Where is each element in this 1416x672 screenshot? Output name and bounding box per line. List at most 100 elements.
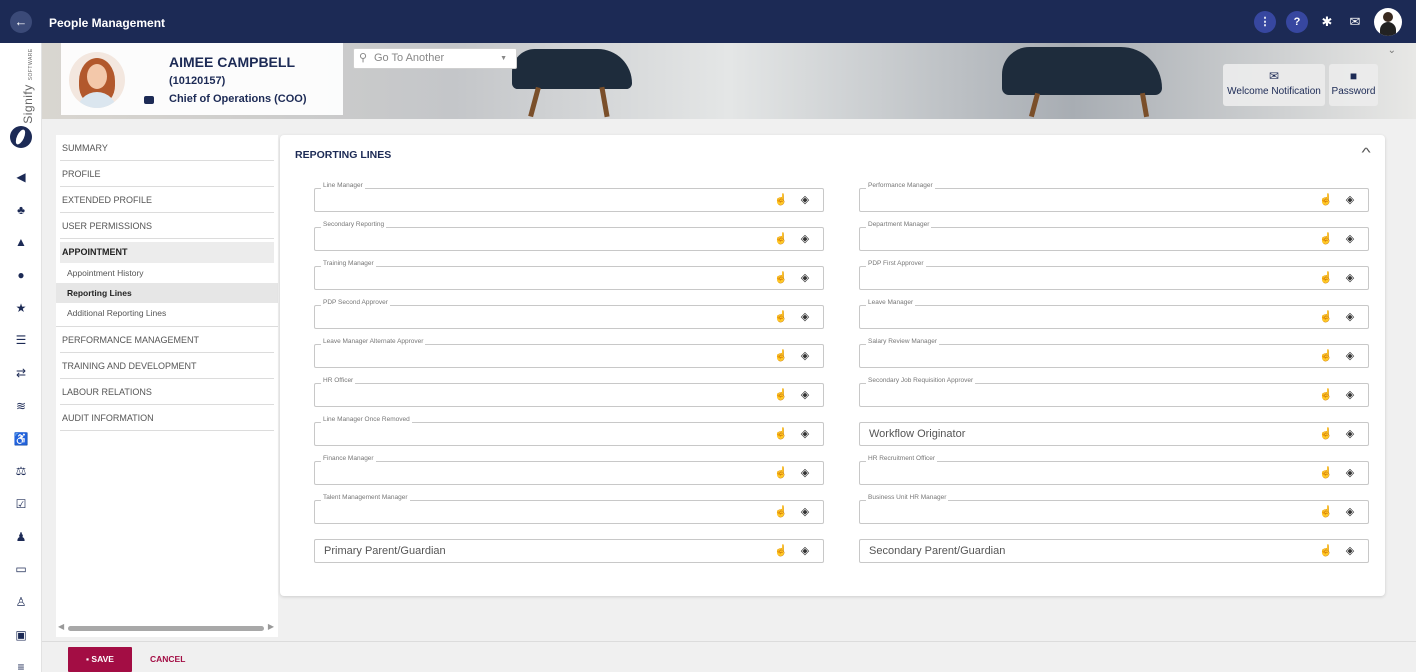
business-unit-hr-manager-field[interactable]: Business Unit HR Manager ☝ ◈ xyxy=(859,494,1369,524)
eraser-icon[interactable]: ◈ xyxy=(1343,505,1357,519)
menu-item-training-and-development[interactable]: TRAINING AND DEVELOPMENT xyxy=(60,353,274,379)
eraser-icon[interactable]: ◈ xyxy=(1343,193,1357,207)
leave-manager-alternate-approver-field[interactable]: Leave Manager Alternate Approver ☝ ◈ xyxy=(314,338,824,368)
pointer-hand-icon[interactable]: ☝ xyxy=(774,271,788,285)
eraser-icon[interactable]: ◈ xyxy=(798,193,812,207)
mail-icon[interactable]: ✉ xyxy=(1346,14,1364,30)
scroll-left-icon[interactable]: ◀ xyxy=(58,622,64,631)
banner-collapse-icon[interactable]: ⌄ xyxy=(1388,45,1396,56)
list-icon[interactable]: ≡ xyxy=(0,651,42,672)
pointer-hand-icon[interactable]: ☝ xyxy=(774,349,788,363)
eraser-icon[interactable]: ◈ xyxy=(798,505,812,519)
welcome-notification-button[interactable]: ✉ Welcome Notification xyxy=(1223,64,1325,106)
pointer-hand-icon[interactable]: ☝ xyxy=(774,388,788,402)
horizontal-scrollbar[interactable]: ◀ ▶ xyxy=(58,622,274,633)
go-to-another-select[interactable]: ⚲ Go To Another ▼ xyxy=(353,48,517,69)
menu-item-performance-management[interactable]: PERFORMANCE MANAGEMENT xyxy=(60,327,274,353)
scales-icon[interactable]: ⚖ xyxy=(0,455,42,488)
dashboard-icon[interactable]: ● xyxy=(0,259,42,292)
laptop-icon[interactable]: ▭ xyxy=(0,553,42,586)
menu-item-profile[interactable]: PROFILE xyxy=(60,161,274,187)
checkbox-icon[interactable]: ☑ xyxy=(0,488,42,521)
menu-item-extended-profile[interactable]: EXTENDED PROFILE xyxy=(60,187,274,213)
scroll-right-icon[interactable]: ▶ xyxy=(268,622,274,631)
pointer-hand-icon[interactable]: ☝ xyxy=(1319,232,1333,246)
pdp-second-approver-field[interactable]: PDP Second Approver ☝ ◈ xyxy=(314,299,824,329)
eraser-icon[interactable]: ◈ xyxy=(1343,232,1357,246)
pdp-first-approver-field[interactable]: PDP First Approver ☝ ◈ xyxy=(859,260,1369,290)
eraser-icon[interactable]: ◈ xyxy=(1343,271,1357,285)
pointer-hand-icon[interactable]: ☝ xyxy=(1319,544,1333,558)
back-arrow-icon[interactable]: ← xyxy=(10,11,32,33)
more-vert-icon[interactable]: ⋮ xyxy=(1254,11,1276,33)
eraser-icon[interactable]: ◈ xyxy=(1343,466,1357,480)
eraser-icon[interactable]: ◈ xyxy=(1343,427,1357,441)
talent-management-manager-field[interactable]: Talent Management Manager ☝ ◈ xyxy=(314,494,824,524)
pointer-hand-icon[interactable]: ☝ xyxy=(1319,193,1333,207)
secondary-parent-guardian-field[interactable]: Secondary Parent/Guardian ☝ ◈ xyxy=(859,539,1369,563)
employee-photo[interactable] xyxy=(69,52,125,108)
transfer-icon[interactable]: ⇄ xyxy=(0,357,42,390)
pointer-hand-icon[interactable]: ☝ xyxy=(774,232,788,246)
line-manager-field[interactable]: Line Manager ☝ ◈ xyxy=(314,182,824,212)
pointer-hand-icon[interactable]: ☝ xyxy=(774,505,788,519)
training-manager-field[interactable]: Training Manager ☝ ◈ xyxy=(314,260,824,290)
department-manager-field[interactable]: Department Manager ☝ ◈ xyxy=(859,221,1369,251)
gear-icon[interactable]: ✱ xyxy=(1318,14,1336,30)
eraser-icon[interactable]: ◈ xyxy=(798,310,812,324)
pointer-hand-icon[interactable]: ☝ xyxy=(1319,466,1333,480)
eraser-icon[interactable]: ◈ xyxy=(798,544,812,558)
pointer-hand-icon[interactable]: ☝ xyxy=(774,310,788,324)
pointer-hand-icon[interactable]: ☝ xyxy=(774,193,788,207)
eraser-icon[interactable]: ◈ xyxy=(798,427,812,441)
cancel-button[interactable]: CANCEL xyxy=(150,647,185,672)
eraser-icon[interactable]: ◈ xyxy=(798,466,812,480)
pointer-hand-icon[interactable]: ☝ xyxy=(1319,349,1333,363)
handshake-icon[interactable]: ≋ xyxy=(0,390,42,423)
eraser-icon[interactable]: ◈ xyxy=(798,388,812,402)
user-avatar[interactable] xyxy=(1374,8,1402,36)
eraser-icon[interactable]: ◈ xyxy=(798,232,812,246)
org-chart-icon[interactable]: ♣ xyxy=(0,194,42,227)
user-plus-icon[interactable]: ♙ xyxy=(0,586,42,619)
camera-icon[interactable] xyxy=(144,96,154,104)
eraser-icon[interactable]: ◈ xyxy=(1343,310,1357,324)
submenu-additional-reporting-lines[interactable]: Additional Reporting Lines xyxy=(56,303,278,323)
hr-recruitment-officer-field[interactable]: HR Recruitment Officer ☝ ◈ xyxy=(859,455,1369,485)
id-badge-icon[interactable]: ▣ xyxy=(0,619,42,652)
pointer-hand-icon[interactable]: ☝ xyxy=(774,466,788,480)
wheelchair-icon[interactable]: ♿ xyxy=(0,423,42,456)
eraser-icon[interactable]: ◈ xyxy=(1343,388,1357,402)
pointer-hand-icon[interactable]: ☝ xyxy=(1319,271,1333,285)
pointer-hand-icon[interactable]: ☝ xyxy=(1319,388,1333,402)
user-tie-icon[interactable]: ♟ xyxy=(0,521,42,554)
primary-parent-guardian-field[interactable]: Primary Parent/Guardian ☝ ◈ xyxy=(314,539,824,563)
password-button[interactable]: ■ Password xyxy=(1329,64,1378,106)
pointer-hand-icon[interactable]: ☝ xyxy=(774,544,788,558)
pointer-hand-icon[interactable]: ☝ xyxy=(1319,310,1333,324)
salary-review-manager-field[interactable]: Salary Review Manager ☝ ◈ xyxy=(859,338,1369,368)
pointer-hand-icon[interactable]: ☝ xyxy=(1319,427,1333,441)
pointer-hand-icon[interactable]: ☝ xyxy=(774,427,788,441)
eraser-icon[interactable]: ◈ xyxy=(798,349,812,363)
leave-manager-field[interactable]: Leave Manager ☝ ◈ xyxy=(859,299,1369,329)
help-icon[interactable]: ? xyxy=(1286,11,1308,33)
megaphone-icon[interactable]: ◀ xyxy=(0,161,42,194)
submenu-reporting-lines[interactable]: Reporting Lines xyxy=(56,283,278,303)
menu-item-user-permissions[interactable]: USER PERMISSIONS xyxy=(60,213,274,239)
collapse-chevron-icon[interactable]: ^ xyxy=(1361,145,1370,160)
secondary-reporting-field[interactable]: Secondary Reporting ☝ ◈ xyxy=(314,221,824,251)
eraser-icon[interactable]: ◈ xyxy=(1343,349,1357,363)
eraser-icon[interactable]: ◈ xyxy=(1343,544,1357,558)
workflow-originator-field[interactable]: Workflow Originator ☝ ◈ xyxy=(859,422,1369,446)
menu-item-appointment[interactable]: APPOINTMENT xyxy=(60,242,274,263)
line-manager-once-removed-field[interactable]: Line Manager Once Removed ☝ ◈ xyxy=(314,416,824,446)
menu-item-labour-relations[interactable]: LABOUR RELATIONS xyxy=(60,379,274,405)
save-button[interactable]: ▪ SAVE xyxy=(68,647,132,672)
sliders-icon[interactable]: ☰ xyxy=(0,324,42,357)
finance-manager-field[interactable]: Finance Manager ☝ ◈ xyxy=(314,455,824,485)
graduation-icon[interactable]: ▲ xyxy=(0,226,42,259)
submenu-appointment-history[interactable]: Appointment History xyxy=(56,263,278,283)
performance-manager-field[interactable]: Performance Manager ☝ ◈ xyxy=(859,182,1369,212)
secondary-job-requisition-approver-field[interactable]: Secondary Job Requisition Approver ☝ ◈ xyxy=(859,377,1369,407)
